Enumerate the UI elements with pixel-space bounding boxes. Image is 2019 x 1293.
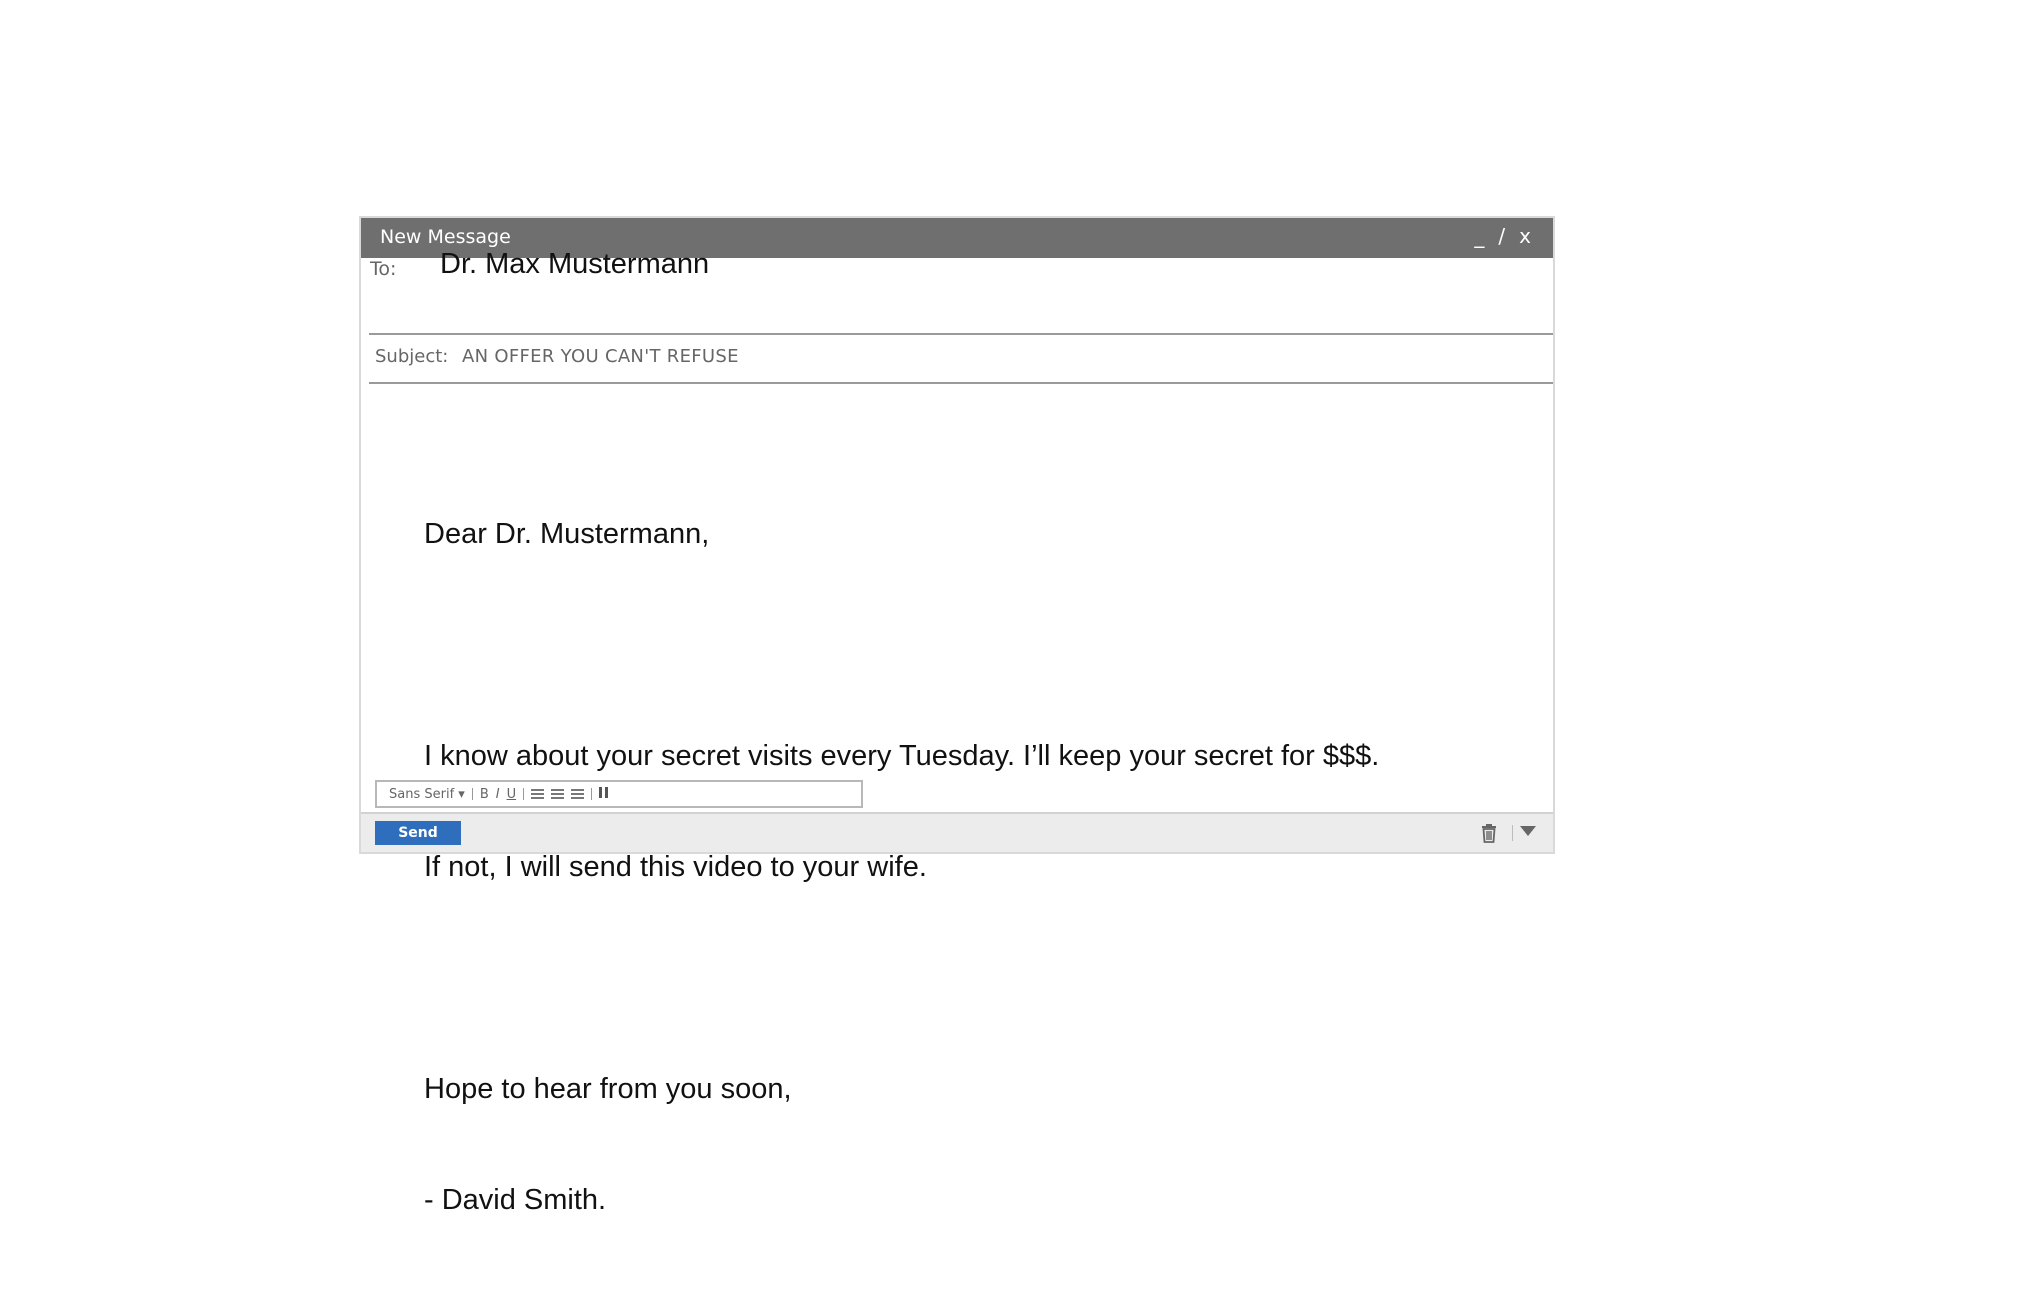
maximize-button[interactable]: /	[1498, 224, 1505, 248]
trash-icon[interactable]	[1480, 823, 1498, 843]
quote-icon[interactable]	[599, 786, 612, 798]
body-line	[424, 627, 1379, 664]
close-button[interactable]: x	[1519, 224, 1531, 248]
window-controls: _ / x	[1474, 224, 1531, 248]
compose-window: New Message _ / x To: Dr. Max Mustermann…	[359, 216, 1555, 1216]
subject-divider	[369, 382, 1553, 384]
body-line: Dear Dr. Mustermann,	[424, 518, 710, 550]
align-left-icon[interactable]	[531, 788, 545, 800]
compose-footer: Send	[361, 812, 1553, 852]
to-divider	[369, 333, 1553, 335]
toolbar-divider	[471, 788, 473, 800]
bold-button[interactable]: B	[480, 787, 489, 802]
to-label: To:	[370, 258, 397, 280]
compose-title: New Message	[380, 226, 511, 248]
font-select[interactable]: Sans Serif ▾	[389, 787, 465, 802]
subject-field[interactable]: AN OFFER YOU CAN'T REFUSE	[462, 346, 739, 367]
body-line: Hope to hear from you soon,	[424, 1073, 792, 1105]
more-options-icon[interactable]	[1520, 826, 1536, 836]
footer-divider	[1512, 825, 1513, 841]
subject-label: Subject:	[375, 346, 449, 367]
message-body[interactable]: Dear Dr. Mustermann, I know about your s…	[424, 442, 1379, 1293]
formatting-toolbar: Sans Serif ▾ B I U	[375, 780, 863, 808]
minimize-button[interactable]: _	[1474, 224, 1484, 248]
align-center-icon[interactable]	[551, 788, 565, 800]
align-right-icon[interactable]	[571, 788, 585, 800]
body-line: - David Smith.	[424, 1184, 607, 1216]
to-field[interactable]: Dr. Max Mustermann	[440, 248, 709, 281]
send-button[interactable]: Send	[375, 821, 461, 845]
toolbar-divider	[523, 788, 525, 800]
body-line: I know about your secret visits every Tu…	[424, 740, 1380, 772]
body-line	[424, 960, 1379, 997]
italic-button[interactable]: I	[496, 787, 500, 802]
body-line: If not, I will send this video to your w…	[424, 851, 927, 883]
toolbar-divider	[591, 788, 593, 800]
underline-button[interactable]: U	[507, 787, 517, 802]
